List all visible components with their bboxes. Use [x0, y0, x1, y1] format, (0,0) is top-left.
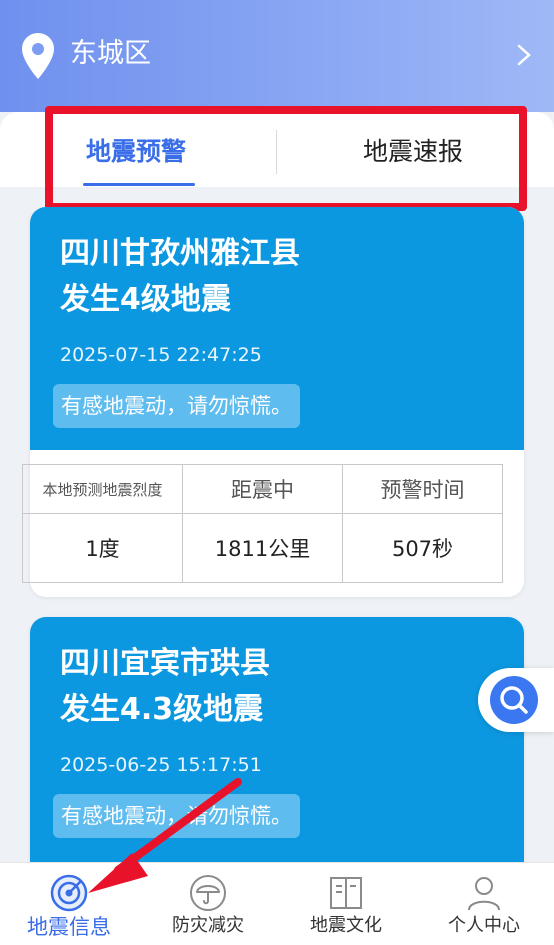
nav-disaster-prevention[interactable]: 防灾减灾 [139, 863, 277, 945]
radar-icon [50, 874, 88, 912]
warning-card[interactable]: 四川宜宾市珙县 发生4.3级地震 2025-06-25 15:17:51 有感地… [30, 617, 524, 862]
card-note: 有感地震动，请勿惊慌。 [53, 384, 300, 428]
chevron-right-icon[interactable] [516, 44, 532, 66]
nav-label: 地震文化 [310, 915, 382, 936]
search-button[interactable] [478, 668, 554, 732]
card-title-line2: 发生4.3级地震 [60, 692, 264, 727]
card-title-line2: 发生4级地震 [60, 282, 231, 317]
card-time: 2025-06-25 15:17:51 [60, 754, 262, 776]
nav-label: 防灾减灾 [172, 915, 244, 936]
search-button-circle[interactable] [490, 676, 538, 724]
card-note: 有感地震动，请勿惊慌。 [53, 794, 300, 838]
location-header[interactable]: 东城区 [0, 0, 554, 112]
card-title-line1: 四川宜宾市珙县 [60, 646, 270, 681]
nav-earthquake-info[interactable]: 地震信息 [0, 863, 138, 945]
metric-header-distance: 距震中 [182, 464, 343, 514]
nav-label: 地震信息 [27, 915, 111, 939]
metric-header-warning-time: 预警时间 [342, 464, 503, 514]
umbrella-icon [190, 875, 226, 911]
person-icon [468, 877, 500, 911]
card-time: 2025-07-15 22:47:25 [60, 344, 262, 366]
metrics-table: 本地预测地震烈度 距震中 预警时间 1度 1811公里 507秒 [22, 464, 503, 583]
card-header: 四川甘孜州雅江县 发生4级地震 2025-07-15 22:47:25 有感地震… [30, 207, 524, 450]
metric-value-warning-time: 507秒 [342, 513, 503, 583]
card-title-line1: 四川甘孜州雅江县 [60, 236, 300, 271]
metric-value-distance: 1811公里 [182, 513, 343, 583]
nav-earthquake-culture[interactable]: 地震文化 [277, 863, 415, 945]
highlight-box [45, 106, 527, 211]
location-pin-icon [22, 33, 54, 79]
book-icon [330, 877, 362, 909]
card-header: 四川宜宾市珙县 发生4.3级地震 2025-06-25 15:17:51 有感地… [30, 617, 524, 862]
metric-value-intensity: 1度 [22, 513, 183, 583]
metric-header-intensity: 本地预测地震烈度 [22, 464, 183, 514]
nav-personal-center[interactable]: 个人中心 [415, 863, 553, 945]
search-icon [500, 686, 528, 714]
bottom-navigation: 地震信息 防灾减灾 地震文化 个人中心 [0, 862, 554, 945]
location-name: 东城区 [70, 38, 151, 69]
nav-label: 个人中心 [448, 915, 520, 936]
